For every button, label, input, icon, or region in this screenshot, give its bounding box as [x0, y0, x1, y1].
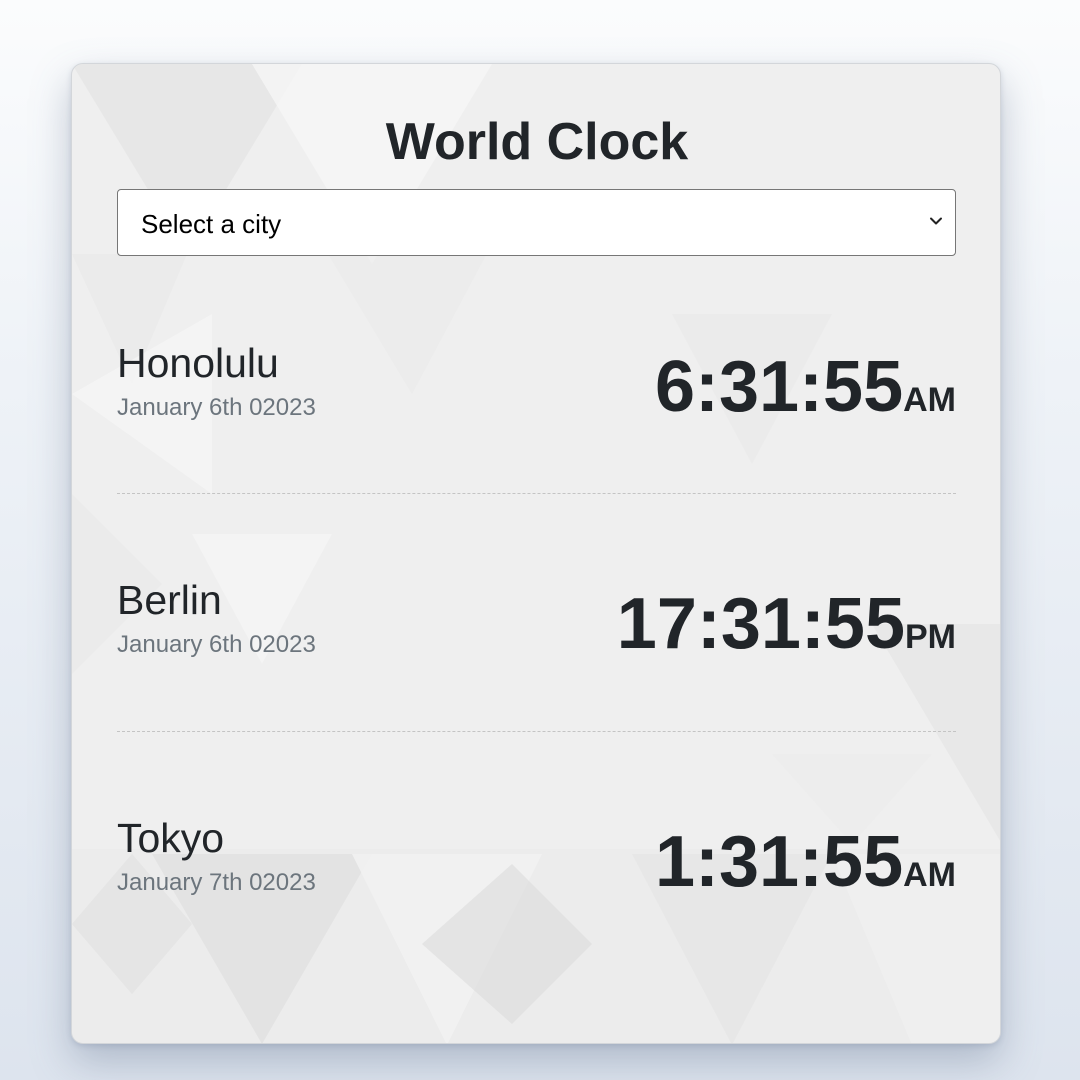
world-clock-card: World Clock Select a city Honolulu Janua…: [71, 63, 1001, 1044]
city-name: Honolulu: [117, 340, 279, 386]
city-date: January 7th 02023: [117, 869, 316, 896]
city-time: 1:31:55AM: [655, 822, 956, 902]
clock-row-honolulu: Honolulu January 6th 02023 6:31:55AM: [117, 339, 956, 439]
city-select-value: Select a city: [141, 209, 282, 239]
clock-row-berlin: Berlin January 6th 02023 17:31:55PM: [117, 576, 956, 676]
city-time: 6:31:55AM: [655, 347, 956, 427]
city-select[interactable]: Select a city: [117, 189, 956, 256]
city-date: January 6th 02023: [117, 394, 316, 421]
row-divider: [117, 493, 956, 494]
chevron-down-icon: [930, 217, 942, 225]
time-value: 17:31:55: [616, 584, 905, 664]
city-time: 17:31:55PM: [617, 584, 956, 664]
row-divider: [117, 731, 956, 732]
clock-row-tokyo: Tokyo January 7th 02023 1:31:55AM: [117, 814, 956, 914]
time-period: PM: [905, 618, 956, 656]
time-period: AM: [903, 381, 956, 419]
city-name: Berlin: [117, 577, 222, 623]
city-date: January 6th 02023: [117, 631, 316, 658]
city-name: Tokyo: [117, 815, 225, 861]
time-period: AM: [903, 856, 956, 894]
time-value: 1:31:55: [654, 822, 904, 902]
time-value: 6:31:55: [654, 347, 904, 427]
page-title: World Clock: [385, 113, 689, 171]
